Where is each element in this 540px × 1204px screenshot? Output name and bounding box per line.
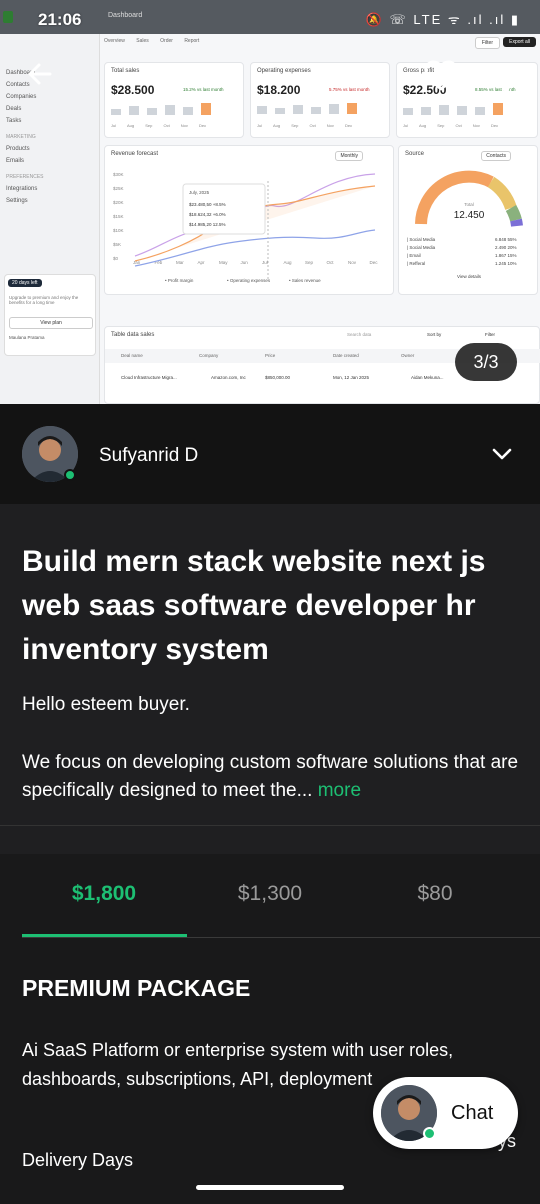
divider [0,825,540,826]
gig-description: We focus on developing custom software s… [22,749,522,805]
gig-title: Build mern stack website next js web saa… [22,545,486,666]
online-status-dot [64,469,76,481]
seller-name[interactable]: Sufyanrid D [99,445,198,467]
delivery-label: Delivery Days [22,1150,134,1170]
package-tab-standard[interactable]: $1,300 [190,882,350,906]
chevron-down-icon[interactable] [490,442,514,466]
package-name: PREMIUM PACKAGE [22,975,251,1001]
gig-greeting: Hello esteem buyer. [22,694,190,715]
home-indicator[interactable] [196,1185,344,1190]
package-tab-basic[interactable]: $80 [355,882,515,906]
chat-label: Chat [451,1102,494,1124]
image-counter: 3/3 [455,343,517,381]
seller-bar[interactable] [0,404,540,504]
more-link[interactable]: more [318,780,361,801]
chat-button[interactable]: Chat [373,1077,518,1149]
tabs-divider [22,937,540,938]
gig-image-gallery[interactable]: Dashboard Dashboard Contacts Companies Deal… [0,0,540,404]
gallery-controls: 3/3 [0,0,540,404]
gig-description-text: We focus on developing custom software s… [22,752,519,801]
selected-tab-indicator [22,934,187,937]
online-status-dot [423,1127,436,1140]
arrow-left-icon[interactable] [26,60,54,90]
heart-icon[interactable] [424,60,460,94]
more-vertical-icon[interactable] [496,62,516,96]
package-tab-premium[interactable]: $1,800 [24,882,184,906]
